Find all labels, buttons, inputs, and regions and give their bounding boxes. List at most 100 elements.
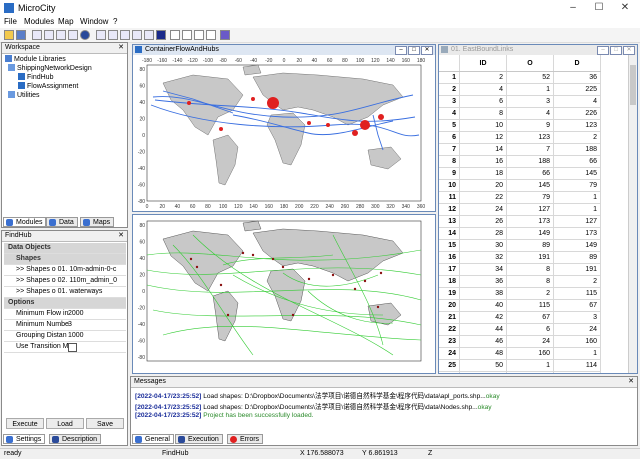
table-cell[interactable]: 20 (459, 179, 507, 192)
table-row[interactable]: 20 40 115 67 (439, 299, 601, 312)
table-row[interactable]: 23 46 24 160 (439, 335, 601, 348)
table-cell[interactable]: 28 (459, 227, 507, 240)
zoom-extent-icon[interactable] (120, 30, 130, 40)
table-cell[interactable]: 226 (553, 107, 601, 120)
close-icon[interactable]: ✕ (118, 43, 124, 53)
table-cell[interactable]: 191 (553, 263, 601, 276)
pointer-icon[interactable] (170, 30, 180, 40)
table-cell[interactable]: 9 (506, 119, 554, 132)
table-row[interactable]: 22 44 6 24 (439, 323, 601, 336)
table-cell[interactable]: 149 (506, 227, 554, 240)
save-button[interactable]: Save (86, 418, 124, 429)
workspace-icon[interactable] (32, 30, 42, 40)
close-button[interactable]: ✕ (612, 0, 638, 16)
row-index-cell[interactable]: 15 (439, 239, 460, 252)
row-index-cell[interactable]: 24 (439, 347, 460, 360)
table-cell[interactable]: 42 (459, 311, 507, 324)
close-button[interactable]: ✕ (623, 46, 635, 55)
menu-modules[interactable]: Modules (24, 17, 54, 26)
table-cell[interactable]: 40 (459, 299, 507, 312)
table-cell[interactable]: 22 (459, 191, 507, 204)
table-cell[interactable]: 52 (459, 371, 507, 373)
table-cell[interactable]: 36 (553, 71, 601, 84)
table-cell[interactable]: 1 (506, 83, 554, 96)
layout-icon[interactable] (56, 30, 66, 40)
table-row[interactable]: 14 28 149 173 (439, 227, 601, 240)
open-folder-icon[interactable] (4, 30, 14, 40)
pan-icon[interactable] (132, 30, 142, 40)
row-index-cell[interactable]: 3 (439, 95, 460, 108)
maximize-button[interactable]: □ (610, 46, 622, 55)
table-row[interactable]: 2 4 1 225 (439, 83, 601, 96)
option-use-transition[interactable]: Use Transition M (4, 342, 126, 353)
table-cell[interactable]: 1 (553, 203, 601, 216)
table-cell[interactable]: 46 (459, 335, 507, 348)
load-button[interactable]: Load (46, 418, 84, 429)
row-index-cell[interactable]: 11 (439, 191, 460, 204)
menu-file[interactable]: File (4, 17, 17, 26)
menu-window[interactable]: Window (80, 17, 108, 26)
table-cell[interactable]: 24 (459, 203, 507, 216)
tab-general[interactable]: General (132, 434, 174, 444)
table-row[interactable]: 4 8 4 226 (439, 107, 601, 120)
close-icon[interactable]: ✕ (118, 231, 124, 241)
transition-checkbox[interactable] (68, 343, 77, 352)
table-cell[interactable]: 52 (506, 71, 554, 84)
row-index-cell[interactable]: 10 (439, 179, 460, 192)
row-index-cell[interactable]: 7 (439, 143, 460, 156)
execute-button[interactable]: Execute (6, 418, 44, 429)
container-flow-map[interactable]: -180 -160 -140 -120 -100 -80 -60 -40 -20 0 20 40 60 8… (133, 55, 435, 211)
hand-icon[interactable] (194, 30, 204, 40)
menu-help[interactable]: ? (113, 17, 117, 26)
table-cell[interactable]: 4 (506, 107, 554, 120)
tree-item-flowassignment[interactable]: FlowAssignment (18, 82, 78, 90)
table-cell[interactable]: 38 (459, 287, 507, 300)
tab-errors[interactable]: Errors (227, 434, 264, 444)
zoom-in-icon[interactable] (96, 30, 106, 40)
tab-settings[interactable]: Settings (3, 434, 46, 444)
table-row[interactable]: 16 32 191 89 (439, 251, 601, 264)
table-cell[interactable]: 145 (506, 179, 554, 192)
table-row[interactable]: 25 50 1 114 (439, 359, 601, 372)
table-cell[interactable]: 1 (553, 347, 601, 360)
table-cell[interactable]: 6 (459, 95, 507, 108)
table-cell[interactable]: 160 (553, 335, 601, 348)
minimize-button[interactable]: – (560, 0, 586, 16)
tree-item-findhub[interactable]: FindHub (18, 73, 53, 81)
table-row[interactable]: 6 12 123 2 (439, 131, 601, 144)
table-cell[interactable]: 145 (553, 167, 601, 180)
minimize-button[interactable]: – (597, 46, 609, 55)
shape-input-2[interactable]: >> Shapes o 02. 110m_admin_0 (4, 276, 126, 287)
tree-item-module-libraries[interactable]: Module Libraries (5, 55, 66, 63)
table-row[interactable]: 18 36 8 2 (439, 275, 601, 288)
chart-icon[interactable] (68, 30, 78, 40)
column-header-id[interactable]: ID (459, 55, 507, 72)
table-cell[interactable]: 6 (506, 323, 554, 336)
table-row[interactable]: 3634 (439, 95, 601, 108)
table-cell[interactable]: 14 (459, 143, 507, 156)
table-cell[interactable]: 30 (459, 239, 507, 252)
table-cell[interactable]: 12 (459, 131, 507, 144)
zoom-box-icon[interactable] (206, 30, 216, 40)
table-cell[interactable]: 1 (506, 359, 554, 372)
table-cell[interactable]: 24 (506, 335, 554, 348)
zoom-out-icon[interactable] (108, 30, 118, 40)
table-cell[interactable]: 7 (506, 143, 554, 156)
tab-execution[interactable]: Execution (175, 434, 223, 444)
save-icon[interactable] (16, 30, 26, 40)
tab-modules[interactable]: Modules (3, 217, 47, 227)
table-cell[interactable]: 2 (553, 131, 601, 144)
row-index-cell[interactable]: 18 (439, 275, 460, 288)
table-row[interactable]: 21 42 67 3 (439, 311, 601, 324)
table-cell[interactable]: 89 (506, 239, 554, 252)
close-button[interactable]: ✕ (421, 46, 433, 55)
tab-description[interactable]: Description (49, 434, 102, 444)
table-cell[interactable]: 127 (553, 215, 601, 228)
table-cell[interactable]: 16 (459, 155, 507, 168)
table-cell[interactable]: 4 (459, 83, 507, 96)
table-cell[interactable]: 79 (506, 191, 554, 204)
table-cell[interactable]: 115 (553, 287, 601, 300)
row-index-cell[interactable]: 4 (439, 107, 460, 120)
table-cell[interactable]: 160 (506, 347, 554, 360)
table-row[interactable]: 8 16 188 66 (439, 155, 601, 168)
